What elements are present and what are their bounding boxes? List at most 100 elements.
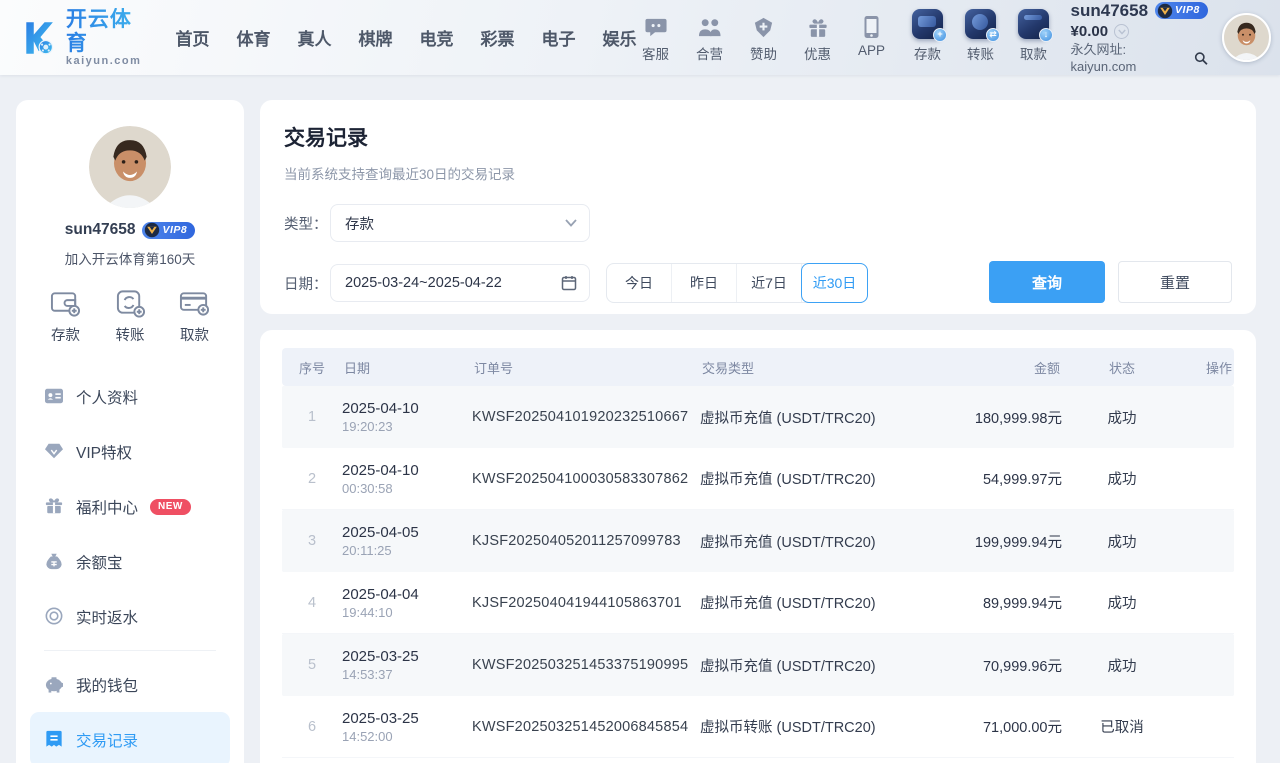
transfer-button[interactable]: ⇄ 转账	[962, 13, 1000, 63]
username[interactable]: sun47658	[1071, 0, 1149, 21]
col-type: 交易类型	[700, 358, 950, 377]
customer-service-link[interactable]: 客服	[637, 13, 675, 63]
date-label: 日期：	[284, 273, 330, 294]
date-range-option[interactable]: 近7日	[737, 264, 802, 302]
chat-bubble-icon	[644, 13, 668, 39]
brand-domain: kaiyun.com	[66, 55, 146, 67]
cell-transaction-type: 虚拟币充值 (USDT/TRC20)	[700, 407, 950, 428]
withdraw-button[interactable]: ↓ 取款	[1015, 13, 1053, 63]
table-row[interactable]: 3 2025-04-05 20:11:25 KJSF20250405201125…	[282, 510, 1234, 572]
promotions-link[interactable]: 优惠	[799, 13, 837, 63]
shield-plus-icon	[752, 13, 775, 39]
page-title: 交易记录	[284, 122, 1232, 152]
app-download-link[interactable]: APP	[853, 13, 891, 63]
cell-amount: 180,999.98元	[950, 407, 1062, 428]
sidebar-item-yuebao[interactable]: 余额宝	[30, 534, 230, 589]
table-row[interactable]: 1 2025-04-10 19:20:23 KWSF20250410192023…	[282, 386, 1234, 448]
transfer-outline-icon	[115, 288, 146, 318]
date-quick-ranges: 今日昨日近7日近30日	[606, 263, 868, 303]
search-button[interactable]: 查询	[989, 261, 1105, 303]
cell-date: 2025-04-10 00:30:58	[342, 462, 472, 496]
membership-days: 加入开云体育第160天	[16, 248, 244, 268]
nav-item[interactable]: 电子	[542, 25, 576, 50]
id-card-icon	[44, 387, 64, 407]
cell-order-number: KWSF202503251452006845854	[472, 719, 700, 735]
rebate-coin-icon	[44, 607, 64, 627]
user-info-block: sun47658 VIP8 ¥0.00 永久网址: kaiyun.com	[1071, 0, 1208, 75]
deposit-button[interactable]: + 存款	[909, 13, 947, 63]
cell-status: 成功	[1062, 531, 1182, 552]
cell-order-number: KWSF202504101920232510667	[472, 409, 700, 425]
cell-index: 1	[282, 409, 342, 425]
cell-order-number: KWSF202504100030583307862	[472, 471, 700, 487]
sponsorship-link[interactable]: 赞助	[745, 13, 783, 63]
table-row[interactable]: 2 2025-04-10 00:30:58 KWSF20250410003058…	[282, 448, 1234, 510]
partnership-link[interactable]: 合营	[691, 13, 729, 63]
new-badge: NEW	[150, 499, 191, 515]
col-amount: 金额	[950, 358, 1062, 377]
transfer-shortcut[interactable]: 转账	[115, 288, 146, 345]
cell-status: 成功	[1062, 592, 1182, 613]
withdraw-card-icon: ↓	[1018, 13, 1049, 39]
table-row[interactable]: 5 2025-03-25 14:53:37 KWSF20250325145337…	[282, 634, 1234, 696]
col-status: 状态	[1062, 358, 1182, 377]
profile-sidebar: sun47658 VIP8 加入开云体育第160天 存款 转账	[16, 100, 244, 763]
nav-item[interactable]: 娱乐	[603, 25, 637, 50]
user-avatar[interactable]	[1222, 13, 1271, 62]
cell-index: 2	[282, 471, 342, 487]
nav-item[interactable]: 真人	[298, 25, 332, 50]
gift-icon	[806, 13, 830, 39]
deposit-shortcut[interactable]: 存款	[50, 288, 81, 345]
date-range-option[interactable]: 昨日	[672, 264, 737, 302]
cell-transaction-type: 虚拟币充值 (USDT/TRC20)	[700, 531, 950, 552]
money-bag-icon	[44, 552, 64, 572]
nav-item[interactable]: 彩票	[481, 25, 515, 50]
cell-amount: 54,999.97元	[950, 468, 1062, 489]
nav-item[interactable]: 体育	[237, 25, 271, 50]
cell-amount: 70,999.96元	[950, 655, 1062, 676]
cell-date: 2025-04-05 20:11:25	[342, 524, 472, 558]
cell-index: 3	[282, 533, 342, 549]
date-range-option[interactable]: 近30日	[801, 263, 868, 303]
table-row[interactable]: 6 2025-03-25 14:52:00 KWSF20250325145200…	[282, 696, 1234, 758]
type-label: 类型：	[284, 213, 330, 234]
type-filter-row: 类型： 存款	[284, 204, 1232, 242]
table-row[interactable]: 4 2025-04-04 19:44:10 KJSF20250404194410…	[282, 572, 1234, 634]
date-range-input[interactable]: 2025-03-24~2025-04-22	[330, 264, 590, 302]
type-select[interactable]: 存款	[330, 204, 590, 242]
sidebar-item-transactions[interactable]: 交易记录	[30, 712, 230, 763]
cell-order-number: KWSF202503251453375190995	[472, 657, 700, 673]
cell-index: 4	[282, 595, 342, 611]
search-icon[interactable]	[1194, 51, 1208, 66]
sidebar-menu: 个人资料 VIP特权 福利中心 NEW 余额宝 实时返水	[16, 369, 244, 763]
sidebar-avatar[interactable]	[89, 126, 171, 208]
sidebar-item-rewards[interactable]: 福利中心 NEW	[30, 479, 230, 534]
brand-logo[interactable]: 开云体育 kaiyun.com	[18, 8, 146, 66]
transaction-record-icon	[44, 730, 64, 750]
permanent-url-note: 永久网址: kaiyun.com	[1071, 42, 1190, 75]
sidebar-item-profile[interactable]: 个人资料	[30, 369, 230, 424]
sidebar-divider	[44, 650, 216, 651]
nav-item[interactable]: 棋牌	[359, 25, 393, 50]
nav-item[interactable]: 电竞	[420, 25, 454, 50]
cell-transaction-type: 虚拟币充值 (USDT/TRC20)	[700, 468, 950, 489]
balance-amount: ¥0.00	[1071, 23, 1109, 42]
nav-item[interactable]: 首页	[176, 25, 210, 50]
withdraw-shortcut[interactable]: 取款	[179, 288, 210, 345]
col-date: 日期	[342, 358, 472, 377]
sidebar-item-rebate[interactable]: 实时返水	[30, 589, 230, 644]
cell-date: 2025-03-25 14:52:00	[342, 710, 472, 744]
sidebar-item-vip[interactable]: VIP特权	[30, 424, 230, 479]
reset-button[interactable]: 重置	[1118, 261, 1232, 303]
topbar-quick-links: 客服 合营 赞助 优惠 APP	[637, 13, 891, 63]
cell-index: 5	[282, 657, 342, 673]
cell-date: 2025-04-04 19:44:10	[342, 586, 472, 620]
calendar-icon	[561, 275, 577, 291]
refresh-balance-icon[interactable]	[1114, 24, 1129, 39]
cell-index: 6	[282, 719, 342, 735]
page-subtitle: 当前系统支持查询最近30日的交易记录	[284, 163, 1232, 183]
vip-badge: VIP8	[1155, 2, 1208, 19]
sidebar-quick-actions: 存款 转账 取款	[16, 288, 244, 345]
sidebar-item-wallet[interactable]: 我的钱包	[30, 657, 230, 712]
date-range-option[interactable]: 今日	[607, 264, 672, 302]
